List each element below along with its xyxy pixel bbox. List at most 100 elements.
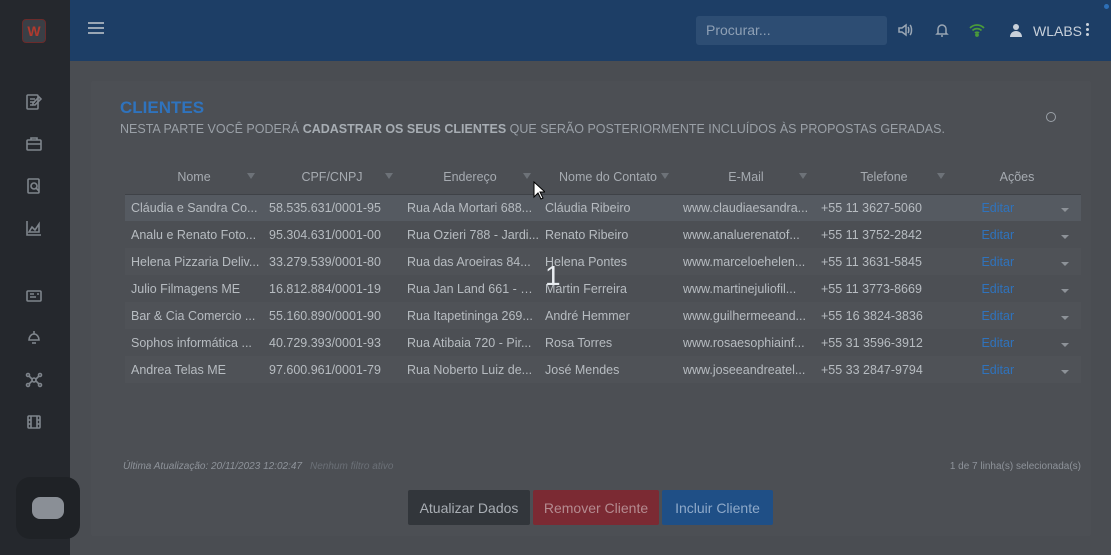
add-client-button[interactable]: Incluir Cliente: [662, 490, 773, 525]
table-cell: www.guilhermeeand...: [677, 302, 815, 329]
chat-bubble-icon: [32, 497, 64, 519]
edit-link[interactable]: Editar: [953, 329, 1043, 356]
table-cell: Cláudia Ribeiro: [539, 194, 677, 221]
hamburger-menu-icon[interactable]: [88, 22, 104, 38]
table-cell: Rua Ozieri 788 - Jardi...: [407, 227, 539, 242]
edit-link[interactable]: Editar: [953, 302, 1043, 329]
search-input[interactable]: Procurar...: [696, 16, 887, 45]
filter-icon[interactable]: [661, 173, 669, 179]
column-header-nome[interactable]: Nome: [125, 161, 263, 195]
table-cell: +55 31 3596-3912: [821, 335, 923, 350]
row-dropdown-icon[interactable]: [1042, 248, 1081, 275]
table-cell: 40.729.393/0001-93: [269, 335, 381, 350]
table-row[interactable]: Sophos informática ... 40.729.393/0001-93…: [125, 329, 1081, 356]
header-label: E-Mail: [728, 170, 764, 185]
page-description: NESTA PARTE VOCÊ PODERÁ CADASTRAR OS SEU…: [120, 122, 945, 136]
filter-icon[interactable]: [247, 173, 255, 179]
description-prefix: NESTA PARTE VOCÊ PODERÁ: [120, 122, 303, 136]
table-cell: Rua Noberto Luiz de...: [401, 356, 539, 383]
clients-table: Nome CPF/CNPJ Endereço Nome do Contato E…: [125, 161, 1081, 383]
table-row[interactable]: Andrea Telas ME 97.600.961/0001-79 Rua Nob…: [125, 356, 1081, 383]
table-cell: Andrea Telas ME: [125, 356, 263, 383]
table-cell: Rua Jan Land 661 - Vi...: [407, 281, 539, 296]
film-icon[interactable]: [24, 412, 44, 432]
chat-button[interactable]: [16, 477, 80, 539]
row-dropdown-icon[interactable]: [1042, 356, 1081, 383]
id-card-icon[interactable]: [24, 286, 44, 306]
speaker-icon[interactable]: [896, 21, 914, 39]
table-row[interactable]: Bar & Cia Comercio ... 55.160.890/0001-90…: [125, 302, 1081, 329]
remove-client-button[interactable]: Remover Cliente: [533, 490, 659, 525]
sidebar: W: [0, 0, 80, 555]
table-cell: Cláudia e Sandra Co...: [125, 194, 263, 221]
edit-link[interactable]: Editar: [953, 221, 1043, 248]
table-cell: +55 11 3773-8669: [821, 281, 922, 296]
page-title: CLIENTES: [120, 98, 205, 117]
logo-letter: W: [27, 23, 41, 39]
table-cell: +55 16 3824-3836: [815, 302, 953, 329]
network-icon[interactable]: [24, 370, 44, 390]
edit-link[interactable]: Editar: [953, 194, 1043, 221]
bell-icon[interactable]: [933, 21, 951, 39]
user-icon[interactable]: [1007, 21, 1025, 39]
header-label: Endereço: [443, 170, 497, 185]
no-filter-text: Nenhum filtro ativo: [310, 461, 394, 472]
table-cell: 97.600.961/0001-79: [263, 356, 401, 383]
last-update-text: Última Atualização: 20/11/2023 12:02:47: [123, 461, 303, 472]
area-chart-icon[interactable]: [24, 218, 44, 238]
edit-document-icon[interactable]: [24, 92, 44, 112]
row-dropdown-icon[interactable]: [1043, 329, 1081, 356]
column-header-cpf[interactable]: CPF/CNPJ: [263, 161, 401, 195]
column-header-acoes: Ações: [953, 161, 1081, 195]
user-name[interactable]: WLABS: [1033, 23, 1082, 39]
column-header-contato[interactable]: Nome do Contato: [539, 161, 677, 195]
table-cell: Rua Ada Mortari 688...: [401, 194, 539, 221]
document-search-icon[interactable]: [24, 176, 44, 196]
row-dropdown-icon[interactable]: [1043, 221, 1081, 248]
table-cell: 16.812.884/0001-19: [269, 281, 381, 296]
filter-icon[interactable]: [799, 173, 807, 179]
edit-link[interactable]: Editar: [953, 275, 1043, 302]
table-cell: www.analuerenatof...: [683, 227, 800, 242]
ceiling-lamp-icon[interactable]: [24, 328, 44, 348]
table-cell: Renato Ribeiro: [545, 227, 629, 242]
table-cell: José Mendes: [539, 356, 677, 383]
row-dropdown-icon[interactable]: [1042, 194, 1081, 221]
column-header-email[interactable]: E-Mail: [677, 161, 815, 195]
row-dropdown-icon[interactable]: [1043, 275, 1081, 302]
table-row[interactable]: Julio Filmagens ME 16.812.884/0001-19 Rua …: [125, 275, 1081, 302]
table-row[interactable]: Helena Pizzaria Deliv... 33.279.539/0001-…: [125, 248, 1081, 275]
column-header-endereco[interactable]: Endereço: [401, 161, 539, 195]
table-cell: Bar & Cia Comercio ...: [125, 302, 263, 329]
edit-link[interactable]: Editar: [953, 248, 1043, 275]
column-header-telefone[interactable]: Telefone: [815, 161, 953, 195]
table-header-row: Nome CPF/CNPJ Endereço Nome do Contato E…: [125, 161, 1081, 195]
description-bold: CADASTRAR OS SEUS CLIENTES: [302, 122, 507, 136]
header-label: Ações: [999, 170, 1035, 185]
header-label: Nome do Contato: [559, 170, 657, 185]
row-dropdown-icon[interactable]: [1042, 302, 1081, 329]
filter-icon[interactable]: [937, 173, 945, 179]
more-options-icon[interactable]: [1086, 23, 1090, 37]
edit-link[interactable]: Editar: [953, 356, 1043, 383]
table-cell: +55 11 3627-5060: [815, 194, 953, 221]
filter-icon[interactable]: [523, 173, 531, 179]
header-label: Telefone: [860, 170, 908, 185]
top-bar: Procurar... WLABS: [70, 0, 1111, 61]
table-cell: Analu e Renato Foto...: [131, 227, 257, 242]
app-logo[interactable]: W: [22, 19, 46, 43]
header-label: CPF/CNPJ: [301, 170, 363, 185]
briefcase-icon[interactable]: [24, 134, 44, 154]
filter-icon[interactable]: [385, 173, 393, 179]
header-label: Nome: [177, 170, 211, 185]
table-cell: 33.279.539/0001-80: [263, 248, 401, 275]
description-suffix: QUE SERÃO POSTERIORMENTE INCLUÍDOS ÀS PR…: [506, 122, 945, 136]
help-icon[interactable]: [1046, 112, 1056, 122]
table-cell: Rua das Aroeiras 84...: [401, 248, 539, 275]
update-data-button[interactable]: Atualizar Dados: [408, 490, 530, 525]
table-cell: Helena Pizzaria Deliv...: [125, 248, 263, 275]
table-cell: 58.535.631/0001-95: [263, 194, 401, 221]
mouse-cursor-icon: [533, 181, 545, 200]
table-row[interactable]: Analu e Renato Foto... 95.304.631/0001-00…: [125, 221, 1081, 248]
table-row[interactable]: Cláudia e Sandra Co... 58.535.631/0001-95…: [125, 194, 1081, 221]
